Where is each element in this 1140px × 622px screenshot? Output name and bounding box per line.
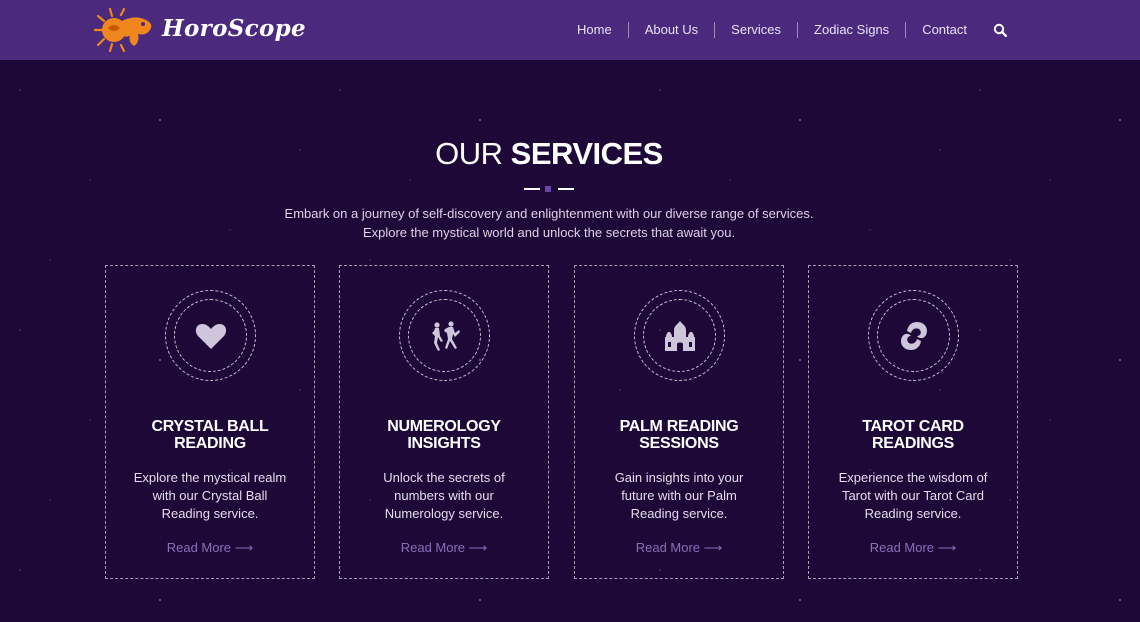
heart-icon	[195, 323, 226, 349]
section-title: OUR SERVICES	[0, 136, 1098, 172]
service-card-numerology: NUMEROLOGY INSIGHTS Unlock the secrets o…	[339, 265, 549, 579]
card-title: NUMEROLOGY INSIGHTS	[387, 418, 501, 452]
nav-about-us[interactable]: About Us	[629, 22, 716, 38]
read-more-link[interactable]: Read More ⟶	[106, 540, 314, 556]
card-title: TAROT CARD READINGS	[862, 418, 964, 452]
pisces-icon	[900, 321, 927, 350]
section-title-light: OUR	[435, 136, 503, 171]
icon-ring	[399, 290, 490, 381]
main-nav: Home About Us Services Zodiac Signs Cont…	[561, 0, 1007, 60]
subtitle-line-2: Explore the mystical world and unlock th…	[362, 225, 736, 240]
icon-ring	[634, 290, 725, 381]
service-card-crystal-ball: CRYSTAL BALL READING Explore the mystica…	[105, 265, 315, 579]
nav-home[interactable]: Home	[561, 22, 629, 38]
icon-ring	[868, 290, 959, 381]
title-divider	[524, 186, 574, 192]
card-description: Experience the wisdom of Tarot with our …	[838, 470, 988, 521]
icon-ring	[165, 290, 256, 381]
read-more-link[interactable]: Read More ⟶	[809, 540, 1017, 556]
nav-zodiac-signs[interactable]: Zodiac Signs	[798, 22, 907, 38]
service-card-palm-reading: PALM READING SESSIONS Gain insights into…	[574, 265, 784, 579]
read-more-link[interactable]: Read More ⟶	[340, 540, 548, 556]
section-subtitle: Embark on a journey of self-discovery an…	[0, 204, 1098, 242]
card-description: Explore the mystical realm with our Crys…	[133, 470, 287, 521]
section-title-bold: SERVICES	[510, 136, 664, 171]
site-header: HoroScope Home About Us Services Zodiac …	[0, 0, 1140, 60]
card-description: Unlock the secrets of numbers with our N…	[383, 470, 505, 521]
subtitle-line-1: Embark on a journey of self-discovery an…	[284, 206, 814, 221]
nav-services[interactable]: Services	[715, 22, 799, 38]
search-icon[interactable]	[993, 23, 1007, 37]
sun-creature-logo-icon	[94, 8, 152, 52]
palace-icon	[664, 320, 695, 351]
read-more-link[interactable]: Read More ⟶	[575, 540, 783, 556]
brand-name: HoroScope	[162, 14, 306, 42]
card-title: CRYSTAL BALL READING	[151, 418, 269, 452]
site-logo[interactable]: HoroScope	[94, 8, 306, 52]
card-description: Gain insights into your future with our …	[614, 470, 744, 521]
dancers-icon	[431, 320, 460, 351]
nav-contact[interactable]: Contact	[906, 22, 983, 38]
card-title: PALM READING SESSIONS	[619, 418, 739, 452]
service-card-tarot: TAROT CARD READINGS Experience the wisdo…	[808, 265, 1018, 579]
